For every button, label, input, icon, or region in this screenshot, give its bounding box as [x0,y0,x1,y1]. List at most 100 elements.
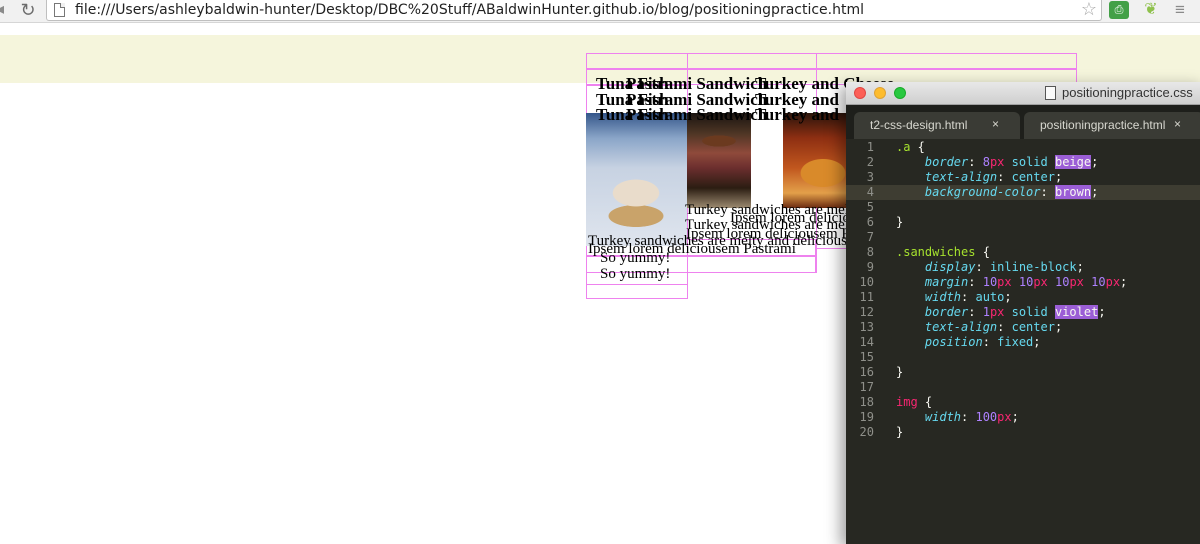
css-punctuation: : [968,305,983,319]
code-text: position: fixed; [896,335,1041,350]
code-text: width: auto; [896,290,1012,305]
css-unit: px [1033,275,1048,289]
code-line: 3 text-align: center; [846,170,1200,185]
code-editor-window: positioningpractice.css t2-css-design.ht… [846,82,1200,544]
line-number: 13 [859,320,874,334]
css-number: 1 [982,305,990,319]
tab-t2-css-design[interactable]: t2-css-design.html × [854,112,1020,139]
star-icon[interactable]: ☆ [1081,0,1097,19]
line-number: 4 [866,185,874,199]
code-line: 2 border: 8px solid beige; [846,155,1200,170]
close-window-button[interactable] [854,87,866,99]
file-icon [1045,86,1056,100]
css-property: position [924,335,983,349]
url-text[interactable]: file:///Users/ashleybaldwin-hunter/Deskt… [75,0,864,20]
css-number: 10 [982,275,998,289]
css-punctuation: ; [1054,320,1063,334]
turkey-sandwich-image [783,113,847,208]
address-bar: ◂ ↻ file:///Users/ashleybaldwin-hunter/D… [0,0,1200,23]
css-color-value: brown [1054,185,1092,199]
code-text: text-align: center; [896,320,1062,335]
css-value: solid [1004,155,1055,169]
maximize-window-button[interactable] [894,87,906,99]
reload-icon[interactable]: ↻ [18,0,38,20]
css-punctuation: ; [1091,185,1099,199]
minimize-window-button[interactable] [874,87,886,99]
tab-positioningpractice[interactable]: positioningpractice.html × [1024,112,1200,139]
editor-tab-bar: t2-css-design.html × positioningpractice… [846,105,1200,139]
css-property: margin [924,275,969,289]
css-punctuation: } [896,425,904,439]
code-line: 17 [846,380,1200,395]
sandwich-title: Turkey and [755,105,839,124]
url-field[interactable]: file:///Users/ashleybaldwin-hunter/Deskt… [46,0,1102,21]
code-text: border: 1px solid violet; [896,305,1106,320]
css-unit: px [989,155,1005,169]
code-text: border: 8px solid beige; [896,155,1098,170]
css-number: 10 [1055,275,1070,289]
css-punctuation: ; [1004,290,1012,304]
css-property: border [924,155,969,169]
code-line: 1 .a { [846,140,1200,155]
css-punctuation: ; [1011,410,1019,424]
css-property: border [924,305,969,319]
code-line: 15 [846,350,1200,365]
css-color-value: violet [1054,305,1099,319]
css-punctuation: : [997,320,1012,334]
line-number: 16 [859,365,874,379]
tab-close-icon[interactable]: × [1174,117,1181,131]
code-text: margin: 10px 10px 10px 10px; [896,275,1127,290]
page-icon [54,3,65,17]
css-punctuation: } [896,365,904,379]
css-color-value: beige [1054,155,1092,169]
css-number: 10 [1018,275,1034,289]
line-number: 7 [866,230,874,244]
back-arrow-icon[interactable]: ◂ [0,1,10,19]
line-number: 20 [859,425,874,439]
menu-icon[interactable]: ≡ [1170,1,1190,19]
line-number: 9 [866,260,874,274]
css-punctuation: ; [1091,155,1099,169]
css-value: auto [975,290,1005,304]
line-number: 17 [859,380,874,394]
css-unit: px [1105,275,1121,289]
code-line: 6} [846,215,1200,230]
css-property: width [924,290,962,304]
css-punctuation: : [997,170,1012,184]
tab-label: positioningpractice.html [1040,118,1166,132]
css-value: fixed [997,335,1034,349]
css-property: display [924,260,976,274]
line-number: 1 [866,140,874,154]
css-punctuation: ; [1120,275,1128,289]
pastrami-sandwich-image [687,113,751,208]
printer-extension-icon[interactable]: ⎙ [1109,1,1129,19]
code-text: text-align: center; [896,170,1062,185]
css-punctuation: ; [1098,305,1106,319]
css-punctuation: ; [1054,170,1063,184]
code-text: .sandwiches { [896,245,990,260]
css-punctuation: { [917,395,933,409]
line-number: 6 [866,215,874,229]
css-punctuation: { [975,245,990,259]
code-text: } [896,425,903,440]
css-selector: .sandwiches [896,245,976,259]
code-text: .a { [896,140,925,155]
code-text: display: inline-block; [896,260,1084,275]
code-text: img { [896,395,932,410]
tab-close-icon[interactable]: × [992,117,999,131]
css-number: 10 [1091,275,1106,289]
leaf-extension-icon[interactable]: ❦ [1141,1,1161,19]
css-punctuation: { [910,140,925,154]
code-line: 19 width: 100px; [846,410,1200,425]
editor-window-title: positioningpractice.css [1062,85,1193,100]
css-property: background-color [924,185,1041,199]
css-punctuation: : [961,290,976,304]
code-line: 20} [846,425,1200,440]
line-number: 11 [859,290,874,304]
css-selector: img [896,395,918,409]
code-line: 12 border: 1px solid violet; [846,305,1200,320]
code-area[interactable]: 1 .a {2 border: 8px solid beige; 3 text-al… [846,140,1200,440]
line-number: 19 [859,410,874,424]
code-line: 11 width: auto; [846,290,1200,305]
code-line: 9 display: inline-block; [846,260,1200,275]
